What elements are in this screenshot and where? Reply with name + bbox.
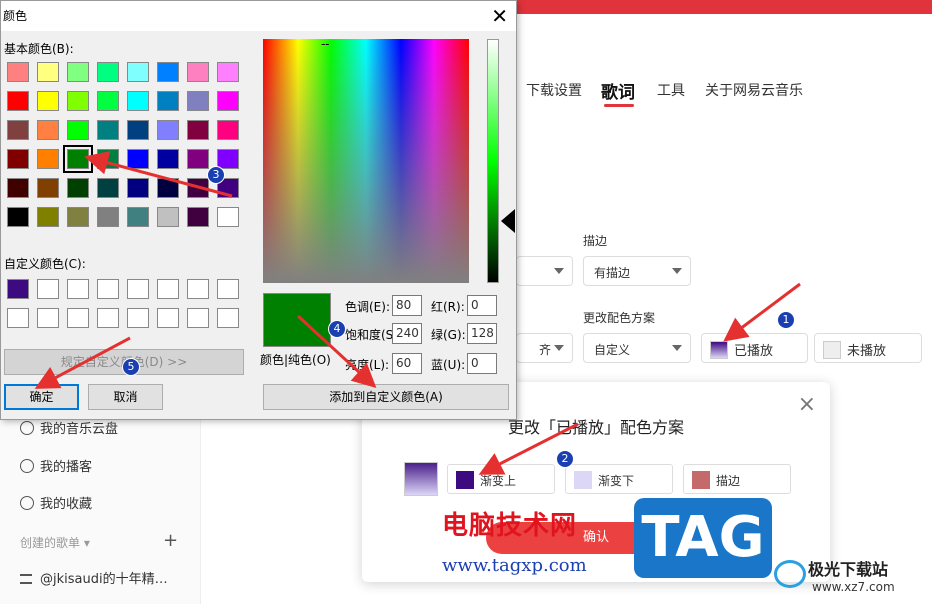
annotation-badge-4: 4 [328, 320, 346, 338]
arrow-5 [34, 336, 131, 389]
annotation-badge-3: 3 [207, 166, 225, 184]
annotation-badge-1: 1 [777, 311, 795, 329]
annotation-badge-5: 5 [122, 358, 140, 376]
annotation-badge-2: 2 [556, 450, 574, 468]
annotation-arrows [34, 151, 801, 475]
